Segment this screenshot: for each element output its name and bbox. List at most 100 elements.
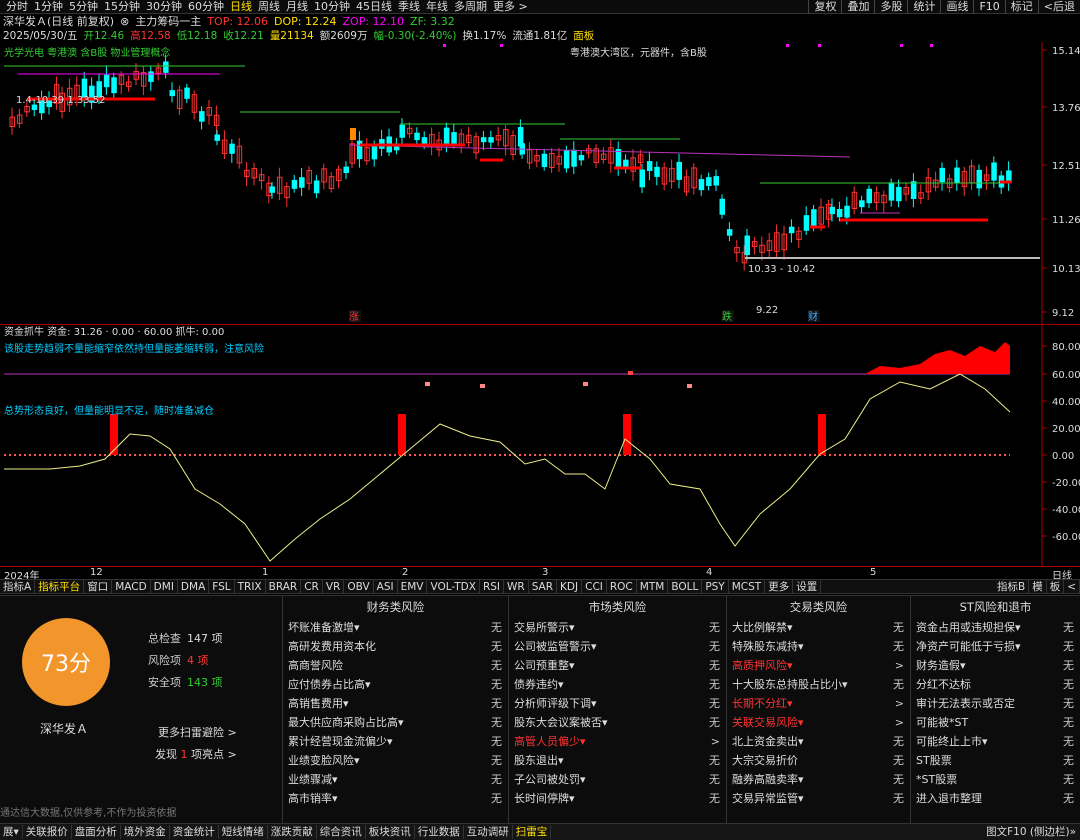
risk-item[interactable]: 债券违约▾ 无 [509, 675, 726, 694]
risk-item[interactable]: 可能被*ST 无 [911, 713, 1080, 732]
indicator-tab-9[interactable]: CR [301, 579, 323, 594]
bottom-tab-4[interactable]: 资金统计 [170, 825, 219, 839]
close-indicator-icon[interactable]: ⊗ [120, 15, 129, 28]
indicator-tab-26[interactable]: 设置 [793, 579, 822, 594]
bottom-tab-10[interactable]: 互动调研 [464, 825, 513, 839]
indicator-tab-18[interactable]: KDJ [557, 579, 583, 594]
risk-item[interactable]: 净资产可能低于亏损▾ 无 [911, 637, 1080, 656]
period-tab-5[interactable]: 60分钟 [188, 0, 224, 14]
toolbar-button-7[interactable]: <后退 [1037, 0, 1080, 14]
bottom-tab-3[interactable]: 境外资金 [121, 825, 170, 839]
risk-item[interactable]: 坏账准备激增▾ 无 [283, 618, 508, 637]
fund-indicator-chart[interactable]: 资金抓牛 资金: 31.26 · 0.00 · 60.00 抓牛: 0.00 该… [0, 324, 1080, 566]
indicator-tab-14[interactable]: VOL-TDX [427, 579, 480, 594]
risk-item[interactable]: 融券高融卖率▾ 无 [727, 770, 910, 789]
risk-item[interactable]: 大比例解禁▾ 无 [727, 618, 910, 637]
risk-item[interactable]: 高销售费用▾ 无 [283, 694, 508, 713]
indicator-tab-2[interactable]: 窗口 [84, 579, 113, 594]
indicator-tab-11[interactable]: OBV [344, 579, 374, 594]
period-tab-1[interactable]: 1分钟 [34, 0, 63, 14]
risk-item[interactable]: 高研发费用资本化 无 [283, 637, 508, 656]
risk-item[interactable]: 可能终止上市▾ 无 [911, 732, 1080, 751]
period-tab-0[interactable]: 分时 [6, 0, 28, 14]
indicator-tab-1[interactable]: 指标平台 [35, 579, 85, 594]
indicator-tab-25[interactable]: 更多 [765, 579, 794, 594]
risk-item[interactable]: ST股票 无 [911, 751, 1080, 770]
risk-item[interactable]: 资金占用或违规担保▾ 无 [911, 618, 1080, 637]
period-tab-11[interactable]: 季线 [398, 0, 420, 14]
risk-item[interactable]: 业绩变脸风险▾ 无 [283, 751, 508, 770]
indicator-tab-20[interactable]: ROC [607, 579, 637, 594]
indicator-tab-6[interactable]: FSL [209, 579, 235, 594]
risk-item[interactable]: 业绩骤减▾ 无 [283, 770, 508, 789]
period-tab-10[interactable]: 45日线 [356, 0, 392, 14]
risk-item[interactable]: 最大供应商采购占比高▾ 无 [283, 713, 508, 732]
period-tab-4[interactable]: 30分钟 [146, 0, 182, 14]
indicator-tab-0[interactable]: 指标A [0, 579, 36, 594]
period-tab-8[interactable]: 月线 [286, 0, 308, 14]
indicator-tab-3[interactable]: MACD [112, 579, 151, 594]
bottom-tab-9[interactable]: 行业数据 [415, 825, 464, 839]
risk-item[interactable]: 长期不分红▾ > [727, 694, 910, 713]
indicator-tab-21[interactable]: MTM [637, 579, 669, 594]
risk-item[interactable]: 公司预重整▾ 无 [509, 656, 726, 675]
risk-item[interactable]: 分红不达标 无 [911, 675, 1080, 694]
period-tab-9[interactable]: 10分钟 [314, 0, 350, 14]
risk-item[interactable]: 股东退出▾ 无 [509, 751, 726, 770]
tab-right-1[interactable]: 模 [1029, 580, 1047, 594]
indicator-tab-4[interactable]: DMI [151, 579, 178, 594]
risk-item[interactable]: 大宗交易折价 无 [727, 751, 910, 770]
kline-chart[interactable]: 光学光电 粤港澳 含B股 物业管理概念 粤港澳大湾区，元器件，含B股 1.4-1… [0, 42, 1080, 324]
indicator-tab-15[interactable]: RSI [480, 579, 504, 594]
indicator-tab-8[interactable]: BRAR [266, 579, 302, 594]
toolbar-button-5[interactable]: F10 [973, 0, 1004, 14]
bottom-tab-0[interactable]: 展▾ [0, 825, 23, 839]
bottom-tab-11[interactable]: 扫雷宝 [513, 825, 552, 839]
period-tab-12[interactable]: 年线 [426, 0, 448, 14]
risk-item[interactable]: 应付债券占比高▾ 无 [283, 675, 508, 694]
highlight-link[interactable]: 发现 1 项亮点 > [155, 746, 237, 762]
event-marker-0[interactable]: 涨 [349, 311, 359, 323]
risk-item[interactable]: 进入退市整理 无 [911, 789, 1080, 808]
risk-item[interactable]: 特殊股东减持▾ 无 [727, 637, 910, 656]
risk-item[interactable]: 股东大会议案被否▾ 无 [509, 713, 726, 732]
risk-item[interactable]: 高市销率▾ 无 [283, 789, 508, 808]
indicator-tab-22[interactable]: BOLL [668, 579, 703, 594]
risk-item[interactable]: 交易所警示▾ 无 [509, 618, 726, 637]
tab-right-2[interactable]: 板 [1047, 580, 1065, 594]
risk-item[interactable]: 高质押风险▾ > [727, 656, 910, 675]
toolbar-button-0[interactable]: 复权 [808, 0, 841, 14]
indicator-tab-17[interactable]: SAR [529, 579, 558, 594]
indicator-tab-19[interactable]: CCI [582, 579, 607, 594]
period-tab-14[interactable]: 更多 > [493, 0, 528, 14]
toolbar-button-2[interactable]: 多股 [874, 0, 907, 14]
period-tab-2[interactable]: 5分钟 [69, 0, 98, 14]
event-marker-2[interactable]: 财 [808, 310, 818, 323]
indicator-tab-10[interactable]: VR [323, 579, 345, 594]
risk-item[interactable]: 北上资金卖出▾ 无 [727, 732, 910, 751]
bottom-tab-8[interactable]: 板块资讯 [366, 825, 415, 839]
toolbar-button-1[interactable]: 叠加 [841, 0, 874, 14]
bottom-tab-2[interactable]: 盘面分析 [72, 825, 121, 839]
tab-right-3[interactable]: < [1064, 580, 1080, 594]
indicator-tab-13[interactable]: EMV [398, 579, 428, 594]
period-tab-13[interactable]: 多周期 [454, 0, 487, 14]
risk-item[interactable]: 关联交易风险▾ > [727, 713, 910, 732]
period-tab-7[interactable]: 周线 [258, 0, 280, 14]
indicator-tab-12[interactable]: ASI [374, 579, 398, 594]
risk-item[interactable]: 审计无法表示或否定 无 [911, 694, 1080, 713]
tab-right-0[interactable]: 指标B [994, 580, 1030, 594]
risk-item[interactable]: 财务造假▾ 无 [911, 656, 1080, 675]
indicator-tab-5[interactable]: DMA [178, 579, 210, 594]
side-panel-toggle[interactable]: 图文F10 (侧边栏)» [986, 824, 1076, 840]
bottom-tab-5[interactable]: 短线情绪 [219, 825, 268, 839]
risk-item[interactable]: 十大股东总持股占比小▾ 无 [727, 675, 910, 694]
toolbar-button-4[interactable]: 画线 [940, 0, 973, 14]
board-link[interactable]: 面板 [573, 28, 594, 43]
bottom-tab-1[interactable]: 关联报价 [23, 825, 72, 839]
period-tab-3[interactable]: 15分钟 [104, 0, 140, 14]
risk-item[interactable]: 高商誉风险 无 [283, 656, 508, 675]
more-scan-link[interactable]: 更多扫雷避险 > [158, 724, 237, 740]
risk-item[interactable]: *ST股票 无 [911, 770, 1080, 789]
risk-item[interactable]: 累计经营现金流偏少▾ 无 [283, 732, 508, 751]
